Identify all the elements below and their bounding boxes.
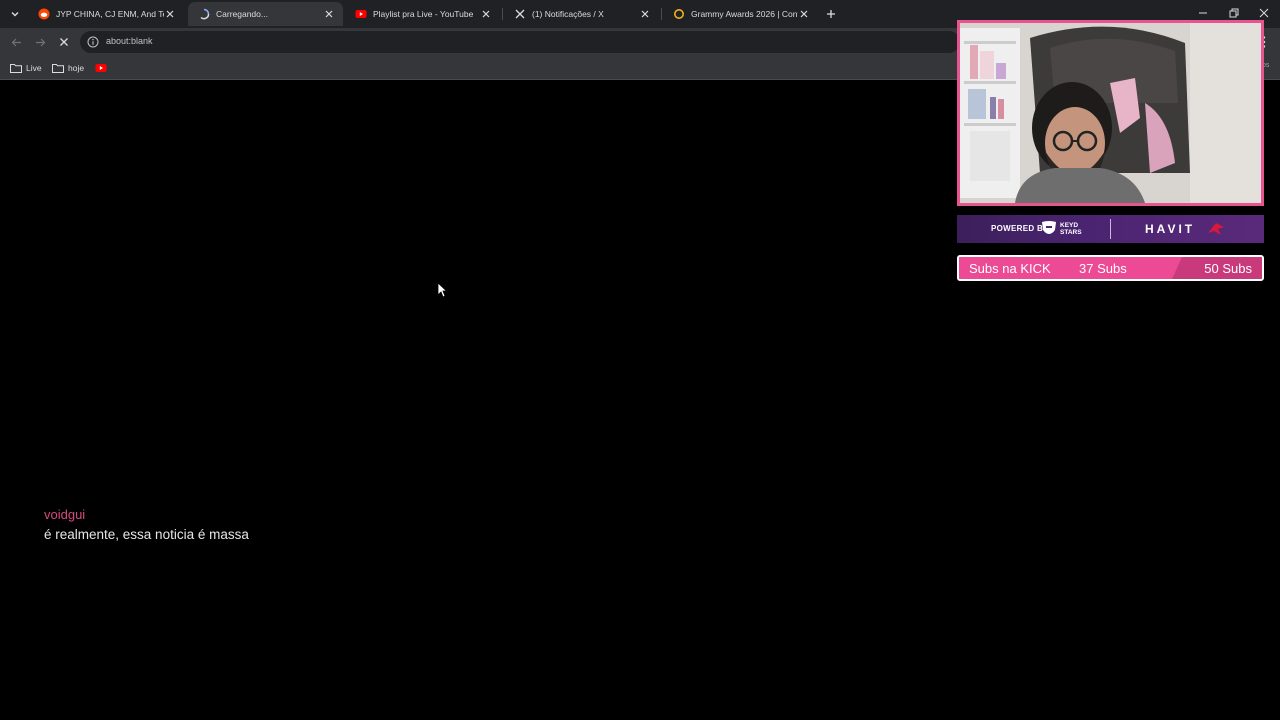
plus-icon [827, 10, 835, 18]
tab-search-button[interactable] [6, 5, 24, 23]
loading-spinner-icon [198, 8, 210, 20]
tab-x-notifications[interactable]: (1) Notificações / X [504, 2, 659, 26]
havit-logo-icon [1208, 223, 1224, 235]
forward-button[interactable] [32, 34, 48, 50]
restore-icon [1229, 8, 1239, 18]
tab-title: Carregando... [216, 9, 268, 19]
tab-separator [661, 8, 662, 20]
close-tab-icon[interactable] [164, 8, 176, 20]
close-tab-icon[interactable] [639, 8, 651, 20]
subs-goal-label: Subs na KICK [969, 261, 1051, 276]
new-tab-button[interactable] [823, 6, 839, 22]
youtube-icon [355, 8, 367, 20]
webcam-image [960, 23, 1261, 203]
close-icon [1259, 8, 1269, 18]
reddit-icon [38, 8, 50, 20]
tab-carregando[interactable]: Carregando... [188, 2, 343, 26]
webcam-feed [957, 20, 1264, 206]
bookmark-live[interactable]: Live [10, 61, 42, 75]
sponsor-banner: POWERED BY KEYD STARS HAVIT [957, 215, 1264, 243]
restore-button[interactable] [1227, 6, 1241, 20]
bookmark-label: hoje [68, 63, 85, 73]
close-tab-icon[interactable] [323, 8, 335, 20]
bookmark-label: Live [26, 63, 42, 73]
close-window-button[interactable] [1257, 6, 1271, 20]
close-tab-icon[interactable] [798, 8, 810, 20]
info-icon[interactable] [87, 36, 99, 48]
close-icon [60, 38, 68, 46]
sponsor-divider [1110, 219, 1111, 239]
folder-icon [10, 64, 22, 73]
arrow-left-icon [11, 38, 21, 46]
chat-username: voidgui [44, 507, 86, 522]
address-url[interactable]: about:blank [106, 36, 153, 46]
bookmark-youtube[interactable] [95, 61, 107, 75]
minimize-icon [1199, 12, 1207, 14]
tab-grammy-awards[interactable]: Grammy Awards 2026 | Confira [663, 2, 818, 26]
mouse-cursor-icon [437, 282, 447, 298]
keyd-stars-logo-icon [1042, 221, 1056, 234]
close-tab-icon[interactable] [480, 8, 492, 20]
tab-title: JYP CHINA, CJ ENM, And Tence [56, 9, 164, 19]
tab-title: Playlist pra Live - YouTube [373, 9, 474, 19]
arrow-right-icon [35, 38, 45, 46]
subs-goal-bar: Subs na KICK 37 Subs 50 Subs [957, 255, 1264, 281]
stop-loading-button[interactable] [56, 34, 72, 50]
address-bar[interactable]: about:blank [80, 31, 960, 53]
subs-current-count: 37 Subs [1079, 261, 1127, 276]
bookmark-hoje[interactable]: hoje [52, 61, 84, 75]
havit-label: HAVIT [1145, 222, 1196, 236]
chat-message: é realmente, essa noticia é massa [44, 527, 249, 542]
tab-jyp-china[interactable]: JYP CHINA, CJ ENM, And Tence [28, 2, 184, 26]
site-icon [673, 8, 685, 20]
minimize-button[interactable] [1196, 6, 1210, 20]
chevron-down-icon [11, 12, 19, 17]
keyd-stars-label: KEYD STARS [1060, 222, 1082, 236]
subs-goal-target: 50 Subs [1204, 261, 1252, 276]
tab-separator [502, 8, 503, 20]
folder-icon [52, 64, 64, 73]
x-icon [514, 8, 526, 20]
youtube-icon [95, 64, 107, 72]
back-button[interactable] [8, 34, 24, 50]
tab-title: Grammy Awards 2026 | Confira [691, 9, 798, 19]
tab-title: (1) Notificações / X [532, 9, 604, 19]
tab-youtube-playlist[interactable]: Playlist pra Live - YouTube [345, 2, 500, 26]
